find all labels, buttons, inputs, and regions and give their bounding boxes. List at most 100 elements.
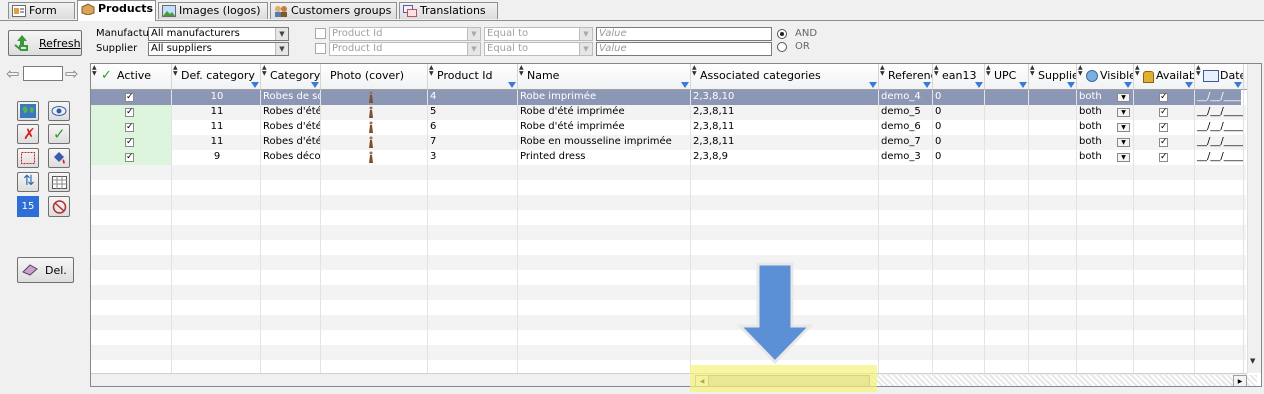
cell-ean13[interactable]: 0 (933, 120, 985, 135)
sort-arrows-icon[interactable]: ▲ ▼ (429, 65, 434, 77)
cell-supplier[interactable] (1029, 120, 1077, 135)
cell-associated-categories[interactable]: 2,3,8,11 (691, 135, 879, 150)
filter-2-value-input[interactable]: Value (596, 42, 772, 56)
sort-button[interactable]: ⇅ (17, 172, 39, 192)
cell-category[interactable]: Robes d'été (261, 105, 321, 120)
cell-associated-categories[interactable]: 2,3,8,11 (691, 120, 879, 135)
deactivate-button[interactable]: ✗ (17, 124, 39, 144)
cell-product-id[interactable]: 7 (428, 135, 518, 150)
filter-funnel-icon[interactable] (251, 82, 259, 88)
cell-supplier[interactable] (1029, 135, 1077, 150)
sort-arrows-icon[interactable]: ▲ ▼ (1078, 65, 1083, 77)
column-header-date[interactable]: ▲ ▼ Date (1195, 64, 1244, 90)
cell-supplier[interactable] (1029, 105, 1077, 120)
column-header-def-category[interactable]: ▲ ▼ Def. category (172, 64, 261, 90)
cell-upc[interactable] (985, 120, 1029, 135)
cell-available[interactable]: ✓ (1134, 90, 1195, 105)
cell-active[interactable]: ✓ (91, 135, 172, 150)
cell-ean13[interactable]: 0 (933, 105, 985, 120)
available-checkbox[interactable]: ✓ (1159, 123, 1168, 132)
column-header-category[interactable]: ▲ ▼ Category (261, 64, 321, 90)
cell-visible[interactable]: both ▼ (1077, 135, 1134, 150)
sort-arrows-icon[interactable]: ▲ ▼ (986, 65, 991, 77)
cell-ean13[interactable]: 0 (933, 90, 985, 105)
cell-available[interactable]: ✓ (1134, 105, 1195, 120)
available-checkbox[interactable]: ✓ (1159, 93, 1168, 102)
page-input[interactable] (23, 66, 63, 81)
cell-available[interactable]: ✓ (1134, 150, 1195, 165)
filter-2-checkbox[interactable] (315, 43, 326, 54)
tab-images[interactable]: Images (logos) (158, 2, 268, 19)
column-header-reference[interactable]: ▲▼Reference (879, 64, 933, 90)
cell-visible[interactable]: both ▼ (1077, 120, 1134, 135)
tab-customers-groups[interactable]: Customers groups (270, 2, 397, 19)
column-header-associated-categories[interactable]: ▲ ▼ Associated categories (691, 64, 879, 90)
active-checkbox[interactable]: ✓ (125, 138, 134, 147)
cell-upc[interactable] (985, 150, 1029, 165)
active-checkbox[interactable]: ✓ (125, 123, 134, 132)
tab-translations[interactable]: Translations (399, 2, 498, 19)
cell-name[interactable]: Robe d'été imprimée (518, 120, 691, 135)
column-header-supplier[interactable]: ▲▼Supplier (1029, 64, 1077, 90)
column-header-photo[interactable]: Photo (cover) (321, 64, 428, 90)
preview-button[interactable] (48, 101, 70, 121)
filter-funnel-icon[interactable] (1124, 82, 1132, 88)
cell-date[interactable]: __/__/____ (1195, 105, 1244, 120)
column-header-name[interactable]: ▲ ▼ Name (518, 64, 691, 90)
select-area-button[interactable] (17, 148, 39, 168)
sort-arrows-icon[interactable]: ▲ ▼ (262, 65, 267, 77)
cell-reference[interactable]: demo_6 (879, 120, 933, 135)
vertical-scrollbar[interactable]: ▼ (1247, 64, 1261, 373)
or-radio[interactable] (777, 42, 787, 52)
cell-category[interactable]: Robes de soirée (261, 90, 321, 105)
cell-available[interactable]: ✓ (1134, 135, 1195, 150)
cell-reference[interactable]: demo_7 (879, 135, 933, 150)
table-row[interactable]: ✓ 11 Robes d'été 7 Robe en mousseline imprim… (91, 135, 1244, 150)
table-row[interactable]: ✓ 11 Robes d'été 6 Robe d'été imprimée 2,3,8,… (91, 120, 1244, 135)
cell-photo[interactable] (321, 120, 428, 135)
cell-upc[interactable] (985, 135, 1029, 150)
and-radio[interactable] (777, 29, 787, 39)
column-header-product-id[interactable]: ▲ ▼ Product Id (428, 64, 518, 90)
cell-reference[interactable]: demo_4 (879, 90, 933, 105)
column-header-active[interactable]: ▲ ▼ ✓ Active (91, 64, 172, 90)
cell-def-category[interactable]: 11 (172, 105, 261, 120)
sort-arrows-icon[interactable]: ▲ ▼ (1135, 65, 1140, 77)
tab-products[interactable]: Products (77, 0, 156, 21)
cell-name[interactable]: Robe en mousseline imprimée (518, 135, 691, 150)
scroll-right-icon[interactable]: ▶ (1233, 375, 1247, 386)
sort-arrows-icon[interactable]: ▲ ▼ (934, 65, 939, 77)
cell-name[interactable]: Robe d'été imprimée (518, 105, 691, 120)
cell-active[interactable]: ✓ (91, 105, 172, 120)
filter-funnel-icon[interactable] (311, 82, 319, 88)
sort-arrows-icon[interactable]: ▲ ▼ (1030, 65, 1035, 77)
filter-1-value-input[interactable]: Value (596, 27, 772, 41)
cell-visible[interactable]: both ▼ (1077, 105, 1134, 120)
chevron-down-icon[interactable]: ▼ (1117, 123, 1130, 132)
grid-view-button[interactable] (48, 172, 70, 192)
cell-associated-categories[interactable]: 2,3,8,9 (691, 150, 879, 165)
cell-category[interactable]: Robes d'été (261, 120, 321, 135)
filter-funnel-icon[interactable] (1019, 82, 1027, 88)
available-checkbox[interactable]: ✓ (1159, 108, 1168, 117)
cell-available[interactable]: ✓ (1134, 120, 1195, 135)
cell-name[interactable]: Printed dress (518, 150, 691, 165)
active-checkbox[interactable]: ✓ (125, 108, 134, 117)
available-checkbox[interactable]: ✓ (1159, 138, 1168, 147)
cell-product-id[interactable]: 5 (428, 105, 518, 120)
filter-2-operator-select[interactable]: Equal to ▼ (484, 42, 593, 56)
cell-ean13[interactable]: 0 (933, 135, 985, 150)
cell-associated-categories[interactable]: 2,3,8,11 (691, 105, 879, 120)
table-row[interactable]: ✓ 9 Robes décontractées 3 Printed dress 2,3,8… (91, 150, 1244, 165)
filter-funnel-icon[interactable] (1067, 82, 1075, 88)
cell-category[interactable]: Robes d'été (261, 135, 321, 150)
filter-2-field-select[interactable]: Product Id ▼ (329, 42, 481, 56)
filter-1-field-select[interactable]: Product Id ▼ (329, 27, 481, 41)
cell-upc[interactable] (985, 105, 1029, 120)
table-row[interactable]: ✓ 11 Robes d'été 5 Robe d'été imprimée 2,3,8,… (91, 105, 1244, 120)
cell-upc[interactable] (985, 90, 1029, 105)
count-badge[interactable]: 15 (17, 196, 39, 217)
supplier-select[interactable]: All suppliers ▼ (148, 42, 289, 56)
active-checkbox[interactable]: ✓ (125, 93, 134, 102)
filter-1-checkbox[interactable] (315, 28, 326, 39)
